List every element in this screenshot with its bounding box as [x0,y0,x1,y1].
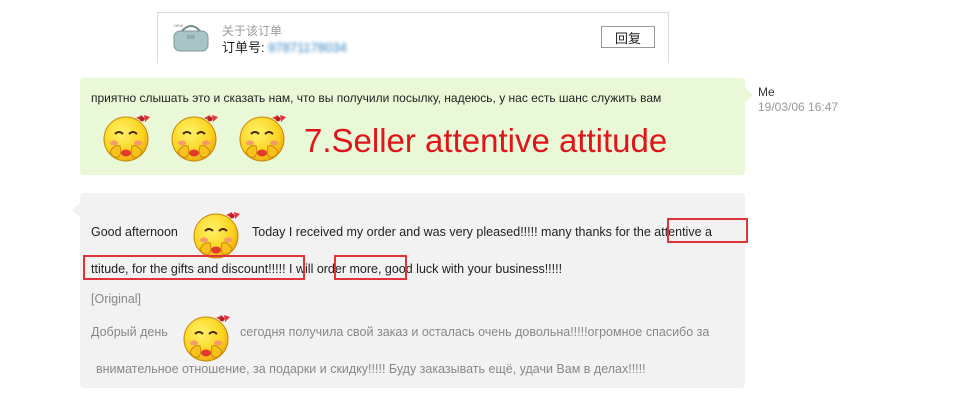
order-number-line: 订单号: 97871178034 [222,37,347,56]
buyer-greeting: Good afternoon [91,225,178,239]
buyer-message-bubble: Good afternoon Today I received my order… [72,193,748,388]
message-sender: Me [758,85,775,99]
blushing-smiley-icon [190,209,242,261]
svg-text:NEW: NEW [174,23,184,28]
ru-line2: внимательное отношение, за подарки и ски… [96,362,646,376]
ru-line1: сегодня получила свой заказ и осталась о… [240,325,710,339]
blushing-smiley-icon [168,112,220,164]
blushing-smiley-icon [236,112,288,164]
order-number-link[interactable]: 97871178034 [268,40,347,55]
order-card: NEW 关于该订单 订单号: 97871178034 回复 [157,12,669,63]
highlight-box-ttitude [83,255,305,280]
message-timestamp: 19/03/06 16:47 [758,100,839,114]
ru-greeting: Добрый день [91,325,168,339]
seller-message-text: приятно слышать это и сказать нам, что в… [91,91,662,105]
highlight-box-attentive [667,218,748,243]
reply-button[interactable]: 回复 [601,26,655,48]
original-label: [Original] [91,292,142,306]
buyer-line2-end: good luck with your business!!!!! [381,262,563,276]
handbag-product-thumbnail-icon[interactable]: NEW [172,21,210,55]
buyer-line1-text: Today I received my order and was very p… [252,225,655,239]
buyer-line1: Today I received my order and was very p… [252,225,712,239]
seller-message-bubble: приятно слышать это и сказать нам, что в… [80,78,753,175]
blushing-smiley-icon [180,312,232,364]
overlay-caption: 7.Seller attentive attitude [304,122,668,159]
order-number-label: 订单号: [222,40,265,55]
highlight-box-order-more [334,255,407,280]
blushing-smiley-icon [100,112,152,164]
